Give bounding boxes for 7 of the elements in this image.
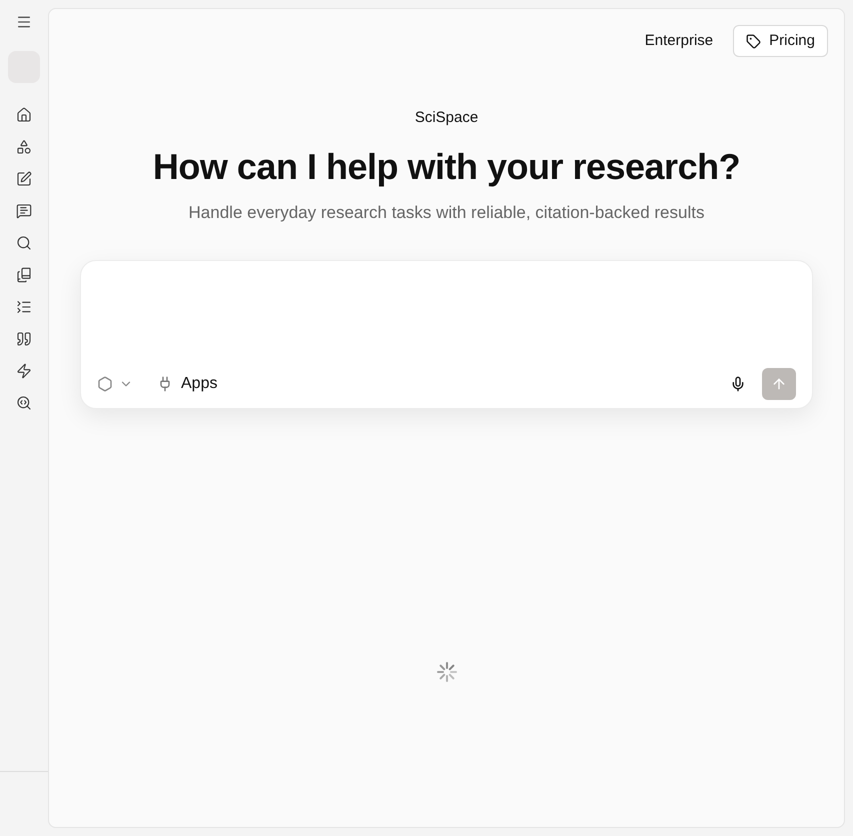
page-heading: How can I help with your research? xyxy=(152,144,740,188)
enterprise-link[interactable]: Enterprise xyxy=(644,30,714,52)
prompt-box[interactable]: Apps xyxy=(80,260,813,409)
pricing-button[interactable]: Pricing xyxy=(733,25,828,57)
subtitle: Handle everyday research tasks with reliable, citation-backed results xyxy=(188,202,704,224)
apps-button[interactable]: Apps xyxy=(157,372,218,396)
brand-name: SciSpace xyxy=(414,108,478,128)
